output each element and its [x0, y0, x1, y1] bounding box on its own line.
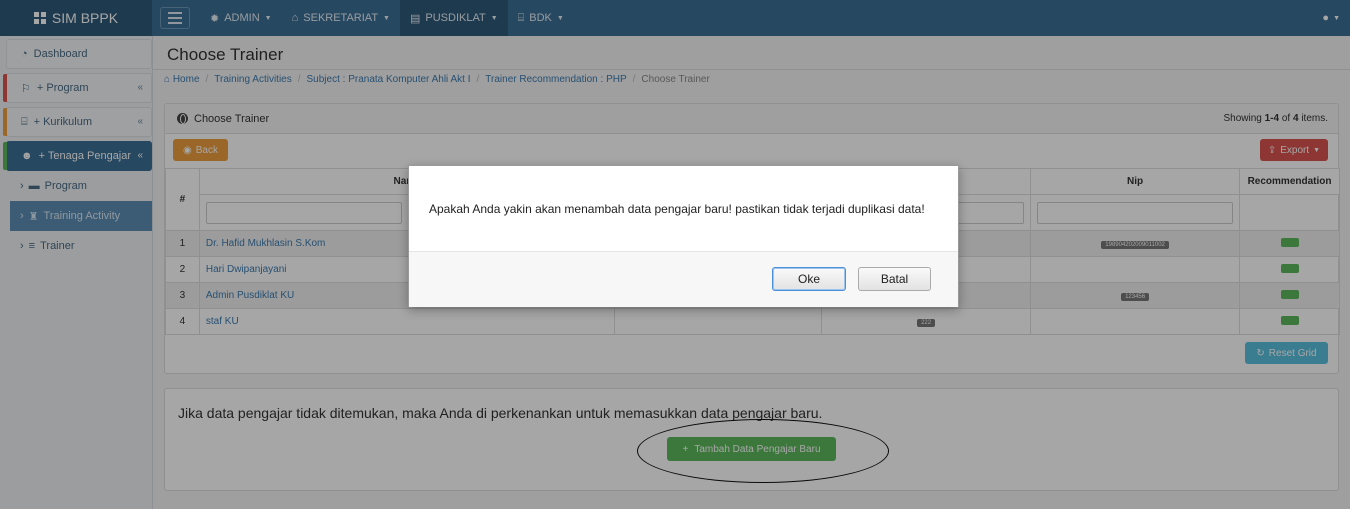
dialog-footer: Oke Batal [409, 252, 958, 307]
ok-button[interactable]: Oke [772, 267, 846, 291]
cancel-button[interactable]: Batal [858, 267, 931, 291]
dialog-message: Apakah Anda yakin akan menambah data pen… [409, 166, 958, 252]
confirm-dialog: Apakah Anda yakin akan menambah data pen… [408, 165, 959, 307]
